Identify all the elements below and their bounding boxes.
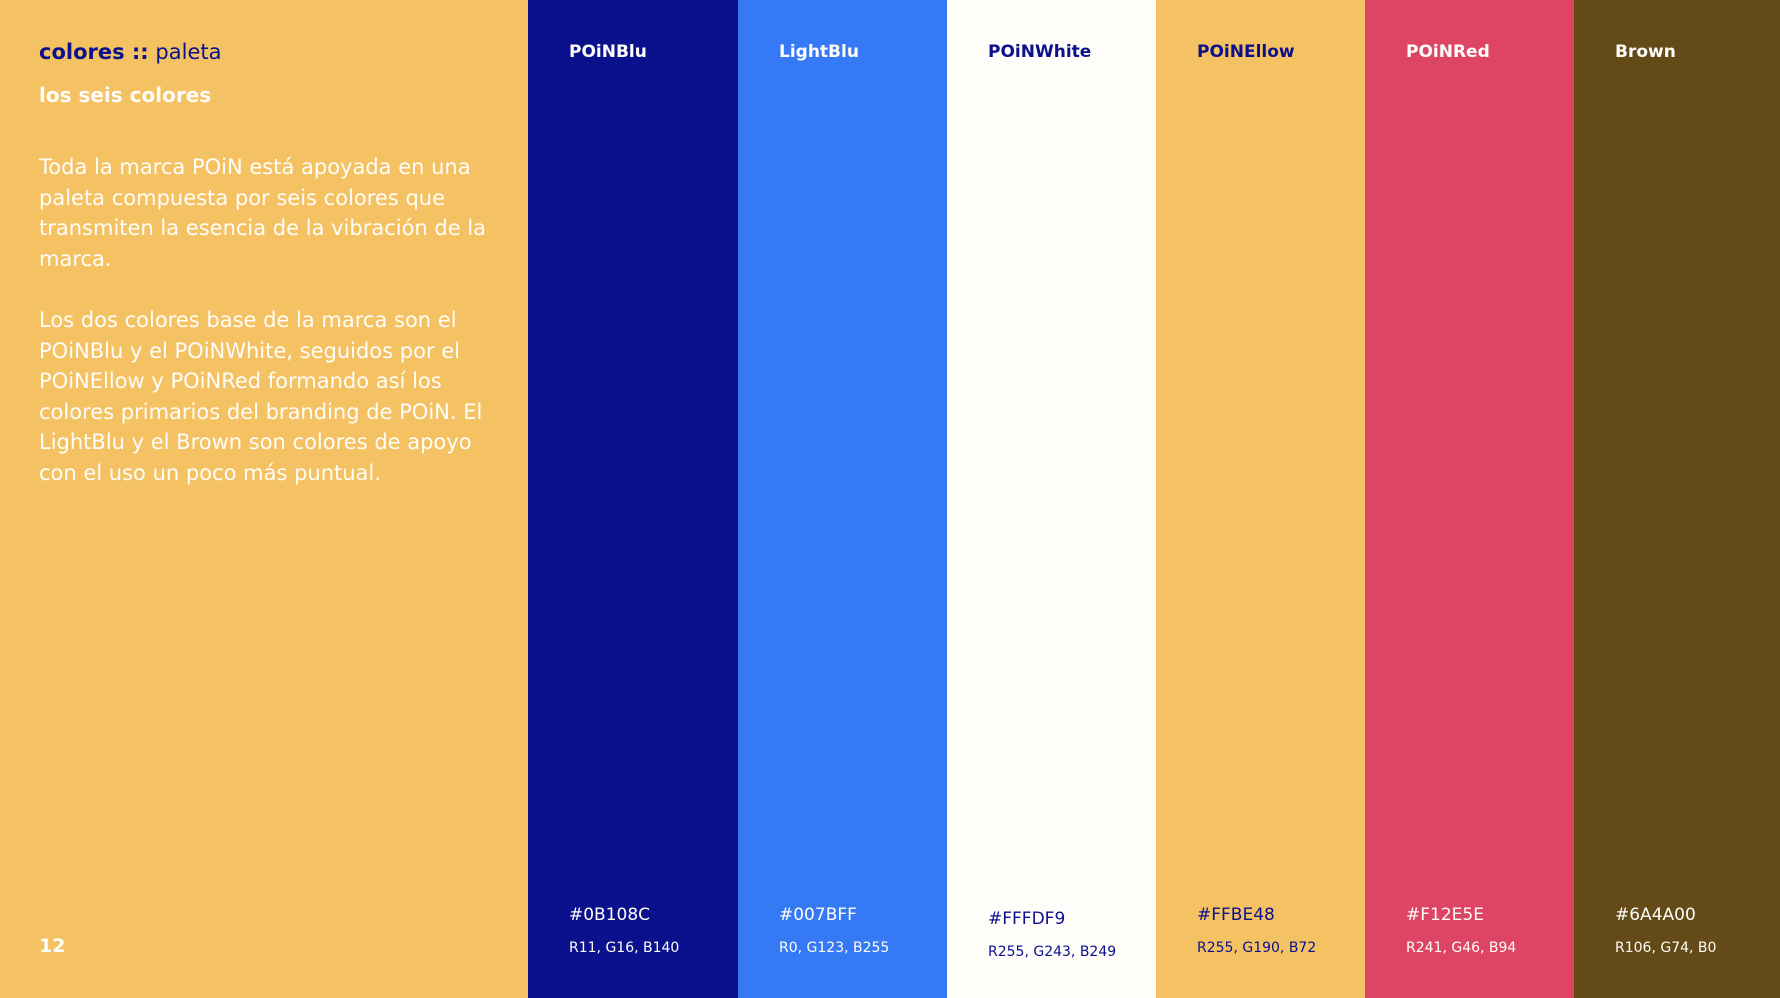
section-header-light: paleta — [155, 40, 222, 64]
swatch-name: POiNRed — [1406, 42, 1490, 62]
swatch-poinwhite: POiNWhite #FFFDF9 R255, G243, B249 — [947, 0, 1156, 998]
swatch-rgb: R106, G74, B0 — [1615, 940, 1717, 956]
swatch-name: POiNBlu — [569, 42, 647, 62]
swatch-hex: #6A4A00 — [1615, 905, 1696, 925]
section-subtitle: los seis colores — [39, 83, 212, 107]
swatch-hex: #F12E5E — [1406, 905, 1484, 925]
swatch-rgb: R11, G16, B140 — [569, 940, 680, 956]
swatch-poinblu: POiNBlu #0B108C R11, G16, B140 — [528, 0, 738, 998]
swatch-poinellow: POiNEllow #FFBE48 R255, G190, B72 — [1156, 0, 1365, 998]
swatch-hex: #007BFF — [779, 905, 857, 925]
swatch-name: POiNWhite — [988, 42, 1092, 62]
swatch-name: Brown — [1615, 42, 1676, 62]
base-colors-paragraph: Los dos colores base de la marca son el … — [39, 308, 483, 485]
swatch-lightblu: LightBlu #007BFF R0, G123, B255 — [738, 0, 947, 998]
swatch-rgb: R241, G46, B94 — [1406, 940, 1517, 956]
swatch-rgb: R0, G123, B255 — [779, 940, 890, 956]
section-header: colores :: paleta — [39, 40, 221, 64]
swatch-hex: #0B108C — [569, 905, 651, 925]
swatch-brown: Brown #6A4A00 R106, G74, B0 — [1574, 0, 1780, 998]
swatch-hex: #FFFDF9 — [988, 909, 1066, 929]
section-header-bold: colores :: — [39, 40, 149, 64]
swatch-name: LightBlu — [779, 42, 859, 62]
swatch-name: POiNEllow — [1197, 42, 1295, 62]
swatch-poinred: POiNRed #F12E5E R241, G46, B94 — [1365, 0, 1574, 998]
page-number: 12 — [39, 935, 66, 957]
swatch-hex: #FFBE48 — [1197, 905, 1275, 925]
intro-paragraph: Toda la marca POiN está apoyada en una p… — [39, 155, 487, 271]
swatch-rgb: R255, G190, B72 — [1197, 940, 1317, 956]
swatch-rgb: R255, G243, B249 — [988, 944, 1117, 960]
intro-panel: colores :: paleta los seis colores Toda … — [0, 0, 528, 998]
